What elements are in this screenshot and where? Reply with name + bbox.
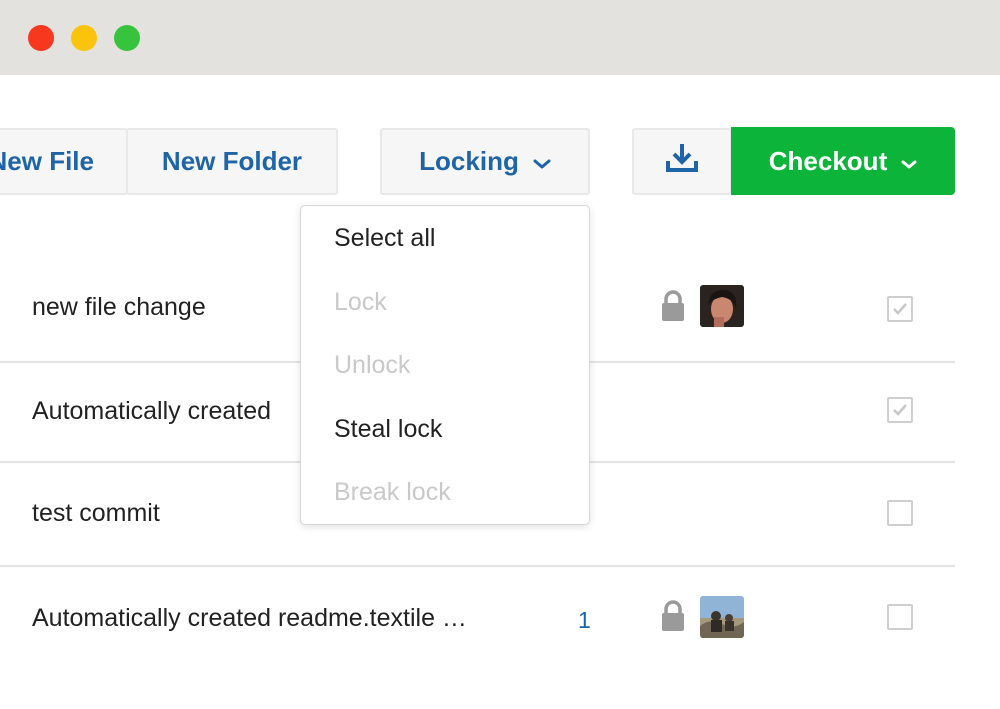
locking-dropdown-button[interactable]: Locking <box>380 128 590 195</box>
commit-message: Automatically created <box>32 397 272 425</box>
new-folder-label: New Folder <box>161 146 303 176</box>
menu-item-steal-lock[interactable]: Steal lock <box>334 415 442 444</box>
commit-message: Automatically created readme.textile … <box>32 604 467 632</box>
close-window-button[interactable] <box>28 25 54 51</box>
new-file-button[interactable]: New File <box>0 128 128 195</box>
menu-item-break-lock[interactable]: Break lock <box>334 478 451 507</box>
locking-label: Locking <box>419 146 519 176</box>
menu-item-lock[interactable]: Lock <box>334 288 387 317</box>
minimize-window-button[interactable] <box>71 25 97 51</box>
download-button[interactable] <box>632 128 732 195</box>
checkout-button[interactable]: Checkout <box>731 127 955 195</box>
menu-item-select-all[interactable]: Select all <box>334 224 435 253</box>
checkout-label: Checkout <box>768 145 888 176</box>
table-row[interactable]: Automatically created readme.textile … 1 <box>0 567 955 667</box>
lock-icon <box>660 600 686 632</box>
row-checkbox[interactable] <box>887 500 913 526</box>
menu-item-unlock[interactable]: Unlock <box>334 351 410 380</box>
download-icon <box>665 142 699 181</box>
row-checkbox[interactable] <box>887 397 913 423</box>
new-file-label: New File <box>0 146 94 176</box>
locking-dropdown-menu: Select all Lock Unlock Steal lock Break … <box>300 205 590 525</box>
lock-icon <box>660 290 686 322</box>
commit-message: new file change <box>32 293 206 321</box>
avatar <box>700 596 744 638</box>
chevron-down-icon <box>533 146 551 177</box>
avatar <box>700 285 744 327</box>
commit-message: test commit <box>32 499 160 527</box>
new-folder-button[interactable]: New Folder <box>126 128 338 195</box>
row-checkbox[interactable] <box>887 296 913 322</box>
commit-count[interactable]: 1 <box>578 607 591 634</box>
maximize-window-button[interactable] <box>114 25 140 51</box>
row-checkbox[interactable] <box>887 604 913 630</box>
chevron-down-icon <box>901 146 917 177</box>
window-titlebar <box>0 0 1000 75</box>
